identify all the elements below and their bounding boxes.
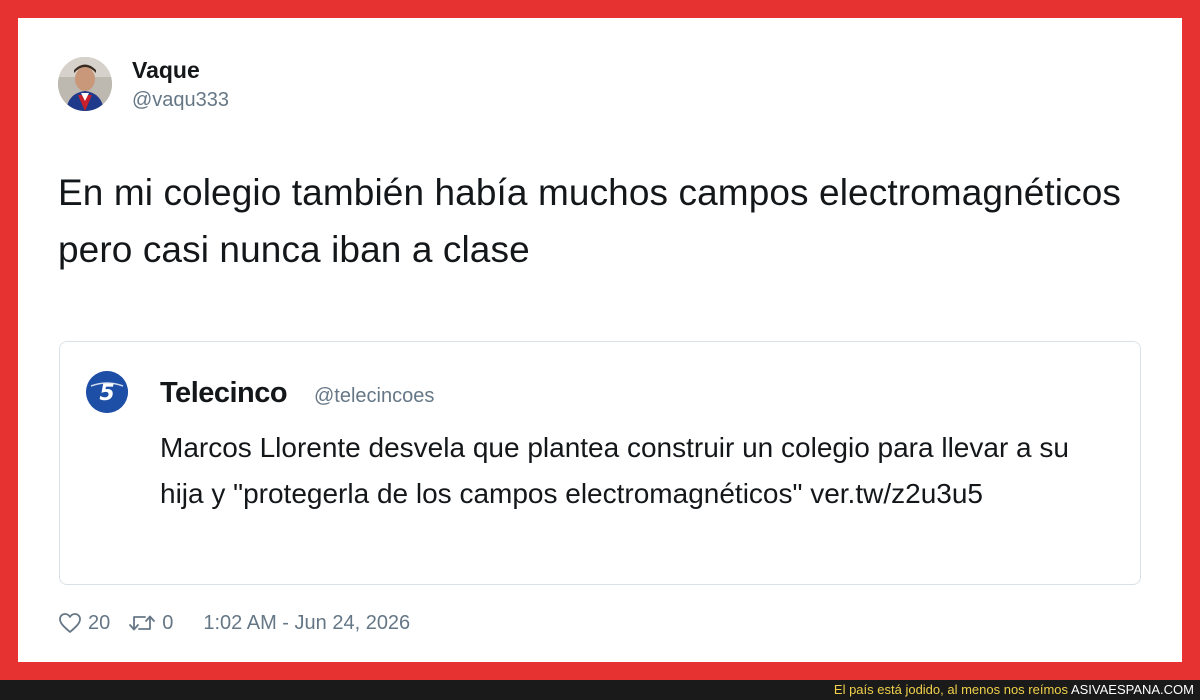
- avatar-image: [58, 57, 112, 111]
- like-count: 20: [88, 611, 111, 634]
- retweet-button[interactable]: 0: [128, 612, 173, 635]
- footer-brand[interactable]: ASIVAESPANA.COM: [1071, 682, 1194, 697]
- telecinco-logo-glyph: 5: [99, 381, 114, 406]
- tweet-timestamp[interactable]: 1:02 AM - Jun 24, 2026: [203, 612, 410, 635]
- quoted-author-handle[interactable]: @telecincoes: [314, 384, 434, 408]
- telecinco-logo-icon: 5: [86, 371, 128, 413]
- like-button[interactable]: 20: [58, 612, 110, 635]
- tweet-text: En mi colegio también había muchos campo…: [58, 172, 1122, 270]
- site-footer: El país está jodido, al menos nos reímos…: [0, 680, 1200, 700]
- retweet-count: 0: [162, 611, 174, 634]
- quoted-author-name[interactable]: Telecinco: [160, 377, 288, 409]
- footer-tagline: El país está jodido, al menos nos reímos: [833, 682, 1069, 697]
- retweet-icon: [128, 612, 156, 634]
- author-avatar[interactable]: [58, 57, 112, 111]
- heart-icon: [58, 612, 82, 634]
- quoted-tweet-text: Marcos Llorente desvela que plantea cons…: [160, 432, 1069, 509]
- author-name[interactable]: Vaque: [132, 56, 200, 84]
- quoted-tweet[interactable]: 5 Telecinco @telecincoes Marcos Llorente…: [59, 341, 1141, 585]
- author-handle[interactable]: @vaqu333: [132, 88, 229, 112]
- footer-caption: El país está jodido, al menos nos reímos…: [834, 682, 1194, 698]
- tweet-actions: 20 0 1:02 AM - Jun 24, 2026: [58, 608, 410, 638]
